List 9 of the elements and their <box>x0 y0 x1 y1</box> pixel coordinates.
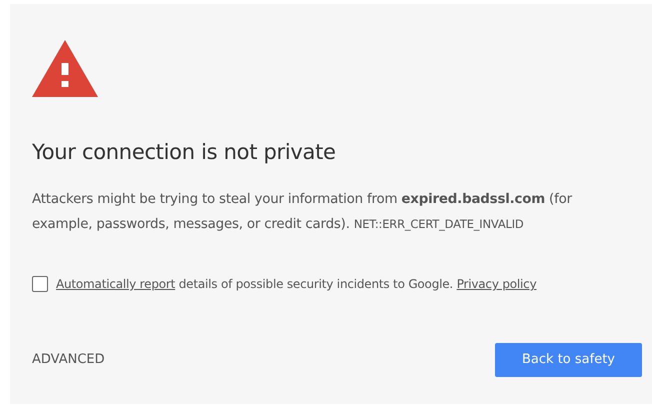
report-link[interactable]: Automatically report <box>56 277 176 292</box>
back-to-safety-button[interactable]: Back to safety <box>495 343 642 377</box>
privacy-policy-link[interactable]: Privacy policy <box>456 277 536 292</box>
report-text: details of possible security incidents to Google. <box>178 277 454 292</box>
description-text: Attackers might be trying to steal your information from expired.badssl.com (for example, passwords, messages, or credit cards). NET::ERR_CERT_DATE_INVALID <box>32 191 574 234</box>
report-checkbox[interactable] <box>32 276 48 292</box>
warning-icon <box>32 40 98 98</box>
page-heading: Your connection is not private <box>32 140 337 166</box>
advanced-button[interactable]: ADVANCED <box>32 350 105 370</box>
